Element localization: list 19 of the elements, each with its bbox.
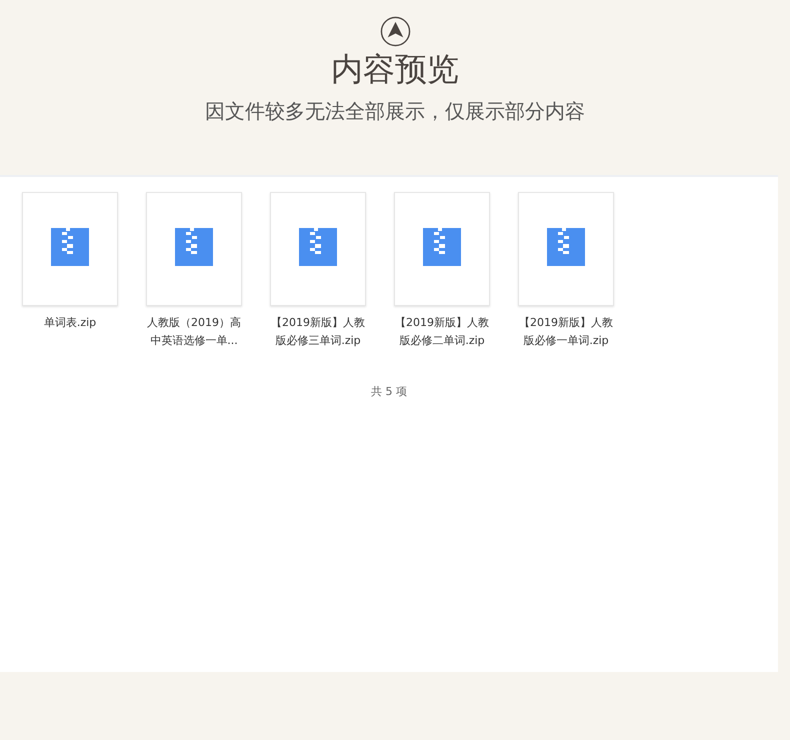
file-card[interactable] (22, 192, 118, 306)
page-subtitle: 因文件较多无法全部展示，仅展示部分内容 (205, 98, 585, 125)
file-card[interactable] (518, 192, 614, 306)
zip-file-icon (547, 228, 585, 266)
zip-file-icon (299, 228, 337, 266)
arrow-up-icon (380, 16, 410, 47)
file-name[interactable]: 【2019新版】人教 版必修一单词.zip (519, 314, 613, 350)
file-name[interactable]: 单词表.zip (44, 314, 96, 332)
file-name[interactable]: 【2019新版】人教 版必修三单词.zip (271, 314, 365, 350)
file-name[interactable]: 人教版（2019）高 中英语选修一单... (147, 314, 241, 350)
page-title: 内容预览 (331, 49, 459, 89)
zip-file-icon (175, 228, 213, 266)
file-name[interactable]: 【2019新版】人教 版必修二单词.zip (395, 314, 489, 350)
file-card[interactable] (270, 192, 366, 306)
zip-file-icon (51, 228, 89, 266)
file-card[interactable] (394, 192, 490, 306)
item-count: 共 5 项 (370, 384, 408, 399)
zip-file-icon (423, 228, 461, 266)
file-card[interactable] (146, 192, 242, 306)
